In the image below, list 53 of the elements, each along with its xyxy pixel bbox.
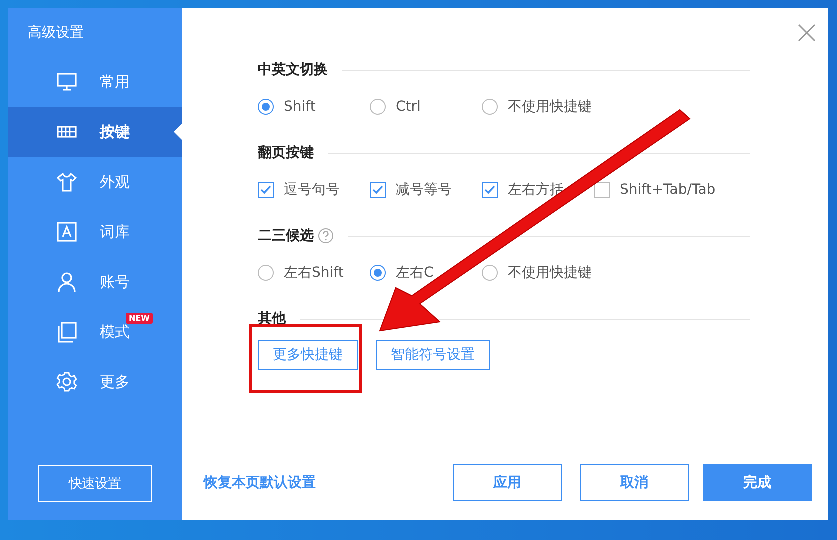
sidebar-label: 常用	[100, 72, 130, 90]
letter-icon	[56, 221, 78, 243]
checkbox[interactable]	[482, 182, 498, 198]
option-label: 不使用快捷键	[508, 98, 592, 116]
sidebar-item[interactable]: 更多	[8, 357, 182, 407]
option-label: Shift+Tab/Tab	[620, 182, 716, 198]
sidebar-label: 账号	[100, 272, 130, 290]
checkbox[interactable]	[258, 182, 274, 198]
sidebar-label: 模式	[100, 322, 130, 340]
radio-button[interactable]	[482, 265, 498, 281]
settings-button[interactable]: 智能符号设置	[376, 340, 490, 370]
checkbox[interactable]	[370, 182, 386, 198]
option-label: 减号等号	[396, 181, 452, 199]
section-heading: 翻页按键	[258, 144, 314, 162]
section-heading: 二三候选	[258, 227, 314, 245]
sidebar-item[interactable]: 词库	[8, 207, 182, 257]
dialog-button[interactable]: 取消	[580, 464, 689, 501]
sidebar-title: 高级设置	[27, 24, 85, 42]
option-label: 逗号句号	[284, 181, 340, 199]
settings-button[interactable]: 更多快捷键	[258, 340, 358, 370]
radio-button[interactable]	[258, 265, 274, 281]
option-label: Shift	[284, 99, 316, 115]
pages-icon	[56, 321, 78, 343]
sidebar-item[interactable]: 按键	[8, 107, 182, 157]
radio-button[interactable]	[370, 99, 386, 115]
option-label: 左右C	[396, 264, 434, 282]
settings-icon	[56, 371, 78, 393]
sidebar-item[interactable]: 外观	[8, 157, 182, 207]
sidebar-label: 词库	[100, 222, 130, 240]
sidebar-item[interactable]: 账号	[8, 257, 182, 307]
section-heading: 其他	[258, 310, 286, 328]
person-icon	[56, 271, 78, 293]
radio-button[interactable]	[482, 99, 498, 115]
help-icon[interactable]	[318, 228, 334, 244]
close-icon[interactable]	[798, 24, 816, 42]
sidebar-label: 外观	[100, 172, 130, 190]
restore-defaults-link[interactable]: 恢复本页默认设置	[204, 474, 316, 492]
quick-settings-button[interactable]: 快速设置	[38, 465, 152, 502]
radio-button[interactable]	[258, 99, 274, 115]
new-badge: NEW	[126, 312, 153, 324]
sidebar-item[interactable]: 常用	[8, 57, 182, 107]
option-label: 不使用快捷键	[508, 264, 592, 282]
dialog-button[interactable]: 完成	[703, 464, 812, 501]
sidebar-label: 按键	[100, 122, 130, 140]
radio-button[interactable]	[370, 265, 386, 281]
sidebar-label: 更多	[100, 372, 130, 390]
option-label: Ctrl	[396, 99, 421, 115]
option-label: 左右Shift	[284, 264, 344, 282]
shirt-icon	[56, 171, 78, 193]
dialog-button[interactable]: 应用	[453, 464, 562, 501]
monitor-icon	[56, 71, 78, 93]
sidebar-item[interactable]: NEW 模式	[8, 307, 182, 357]
section-heading: 中英文切换	[258, 61, 328, 79]
